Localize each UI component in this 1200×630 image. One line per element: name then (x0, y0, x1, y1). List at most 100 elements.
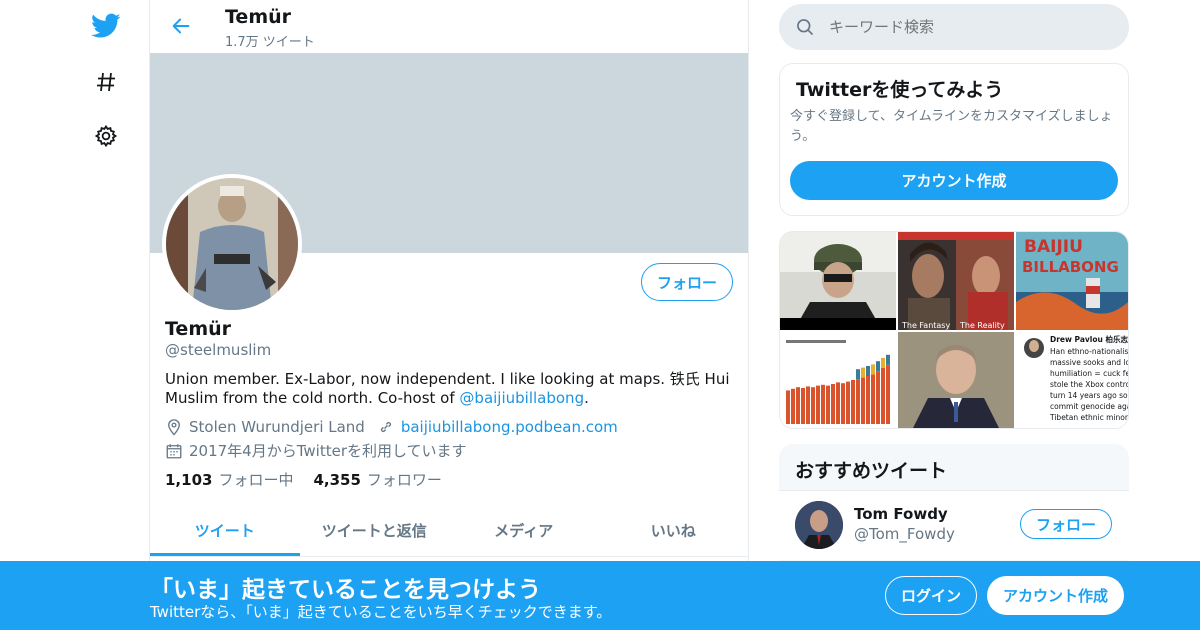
website-link[interactable]: baijiubillabong.podbean.com (401, 418, 618, 436)
thumb-bar-top (881, 358, 885, 368)
thumb-bar (801, 388, 805, 424)
search-box (779, 4, 1129, 50)
left-nav (0, 0, 150, 630)
thumb-bar (791, 388, 795, 424)
media-thumb-6[interactable]: Drew Pavlou 柏乐志 @ Han ethno-nationalism m… (1016, 332, 1129, 428)
thumb-title-line (786, 340, 846, 343)
followers-count: 4,355 (313, 471, 361, 489)
thumb-bar-top (871, 364, 875, 375)
tweet-count: 1.7万 ツイート (225, 35, 315, 50)
location-row: Stolen Wurundjeri Land baijiubillabong.p… (165, 418, 618, 436)
profile-name: Temür (165, 318, 232, 340)
following-link[interactable]: 1,103 フォロー中 (165, 469, 293, 490)
signup-card-text: 今すぐ登録して、タイムラインをカスタマイズしましょう。 (790, 109, 1113, 144)
thumb-bar (811, 387, 815, 424)
twitter-profile-page: Temür 1.7万 ツイート フォロー Temür @steelmuslim … (0, 0, 1200, 630)
thumb-bar (886, 364, 890, 424)
tweet-text-block: Han ethno-nationalism massive sooks and l… (1049, 347, 1129, 422)
search-icon (797, 19, 814, 36)
thumb-bar (841, 383, 845, 424)
thumb-bar (826, 385, 830, 424)
thumb-bar (786, 390, 790, 424)
joined-text: 2017年4月からTwitterを利用しています (189, 442, 467, 460)
follow-button[interactable]: フォロー (641, 263, 733, 301)
thumb-bar-top (886, 354, 890, 365)
media-thumb-5[interactable] (898, 332, 1014, 428)
thumb-bar-top (876, 361, 880, 372)
calendar-icon (166, 443, 182, 458)
thumb-bar-top (856, 369, 860, 380)
recommended-follow-button[interactable]: フォロー (1020, 509, 1112, 539)
media-thumb-3[interactable]: BAIJIU BILLABONG (1016, 232, 1128, 330)
recommended-name[interactable]: Tom Fowdy (854, 505, 948, 523)
bio-end: . (584, 389, 589, 407)
link-icon (380, 421, 392, 433)
followers-link[interactable]: 4,355 フォロワー (313, 469, 441, 490)
tweet-text-line: massive sooks and los (1050, 358, 1129, 367)
tweet-text-line: Tibetan ethnic minorit (1049, 413, 1129, 422)
fantasy-caption: The Fantasy (901, 321, 950, 330)
media-grid: The Fantasy The Reality BAIJIU BILLABONG (779, 231, 1129, 429)
tab-tweets-and-replies[interactable]: ツイートと返信 (300, 505, 450, 556)
joined-row: 2017年4月からTwitterを利用しています (165, 440, 467, 461)
profile-tabs: ツイート ツイートと返信 メディア いいね (150, 505, 748, 557)
bio-mention-link[interactable]: @baijiubillabong (459, 389, 584, 407)
following-count: 1,103 (165, 471, 213, 489)
profile-handle: @steelmuslim (165, 341, 272, 359)
hashtag-icon[interactable] (90, 66, 122, 98)
thumb-bar (871, 374, 875, 424)
tweet-text-line: stole the Xbox control (1050, 380, 1129, 389)
location-pin-icon (168, 419, 180, 436)
thumb-bar (821, 384, 825, 424)
tweet-text-line: turn 14 years ago so r (1050, 391, 1129, 400)
media-thumb-2[interactable]: The Fantasy The Reality (898, 232, 1014, 330)
location-text: Stolen Wurundjeri Land (189, 418, 365, 436)
recommended-user[interactable]: Tom Fowdy @Tom_Fowdy フォロー (779, 490, 1129, 560)
profile-header: Temür 1.7万 ツイート (150, 0, 748, 53)
profile-column: Temür 1.7万 ツイート フォロー Temür @steelmuslim … (149, 0, 749, 630)
poster-title-2: BILLABONG (1022, 258, 1119, 276)
thumb-bar (816, 385, 820, 424)
thumb-bar (846, 381, 850, 424)
reality-caption: The Reality (959, 321, 1005, 330)
recommended-handle: @Tom_Fowdy (854, 525, 955, 543)
bottom-signup-bar: 「いま」起きていることを見つけよう Twitterなら、「いま」起きていることを… (0, 561, 1200, 630)
signup-button[interactable]: アカウント作成 (987, 576, 1124, 615)
bottom-bar-subtitle: Twitterなら、「いま」起きていることをいち早くチェックできます。 (150, 603, 612, 621)
tab-likes[interactable]: いいね (599, 505, 749, 556)
twitter-bird-icon[interactable] (90, 10, 122, 42)
thumb-bar (881, 368, 885, 424)
follow-counts: 1,103 フォロー中 4,355 フォロワー (165, 469, 442, 490)
tweet-text-line: humiliation = cuck feti (1050, 369, 1129, 378)
poster-title-1: BAIJIU (1024, 237, 1083, 257)
login-button[interactable]: ログイン (885, 576, 977, 615)
followers-label: フォロワー (366, 471, 442, 489)
thumb-bar (856, 379, 860, 424)
following-label: フォロー中 (218, 471, 294, 489)
media-thumb-4[interactable] (780, 332, 896, 428)
thumb-bar (836, 382, 840, 424)
create-account-button[interactable]: アカウント作成 (790, 161, 1118, 200)
tweet-text-line: Han ethno-nationalism (1050, 347, 1129, 356)
recommended-avatar[interactable] (795, 501, 843, 549)
thumb-bar (876, 371, 880, 424)
back-arrow-icon[interactable] (168, 13, 194, 39)
thumb-bar (866, 376, 870, 424)
tab-tweets[interactable]: ツイート (150, 505, 300, 556)
media-thumb-1[interactable] (780, 232, 896, 330)
tweet-author: Drew Pavlou 柏乐志 @ (1050, 334, 1129, 344)
header-title: Temür (225, 6, 292, 28)
bottom-bar-title: 「いま」起きていることを見つけよう (150, 577, 541, 603)
search-input[interactable] (829, 12, 1109, 42)
bio-text: Union member. Ex-Labor, now independent.… (165, 370, 730, 407)
tab-media[interactable]: メディア (449, 505, 599, 556)
profile-bio: Union member. Ex-Labor, now independent.… (165, 370, 735, 408)
gear-icon[interactable] (90, 120, 122, 152)
thumb-bar (806, 386, 810, 424)
signup-card: Twitterを使ってみよう 今すぐ登録して、タイムラインをカスタマイズしましょ… (779, 63, 1129, 216)
thumb-bar-top (866, 366, 870, 376)
avatar[interactable] (162, 174, 302, 314)
thumb-bar-top (861, 367, 865, 378)
thumb-bar (796, 387, 800, 424)
signup-card-title: Twitterを使ってみよう (796, 79, 1004, 101)
